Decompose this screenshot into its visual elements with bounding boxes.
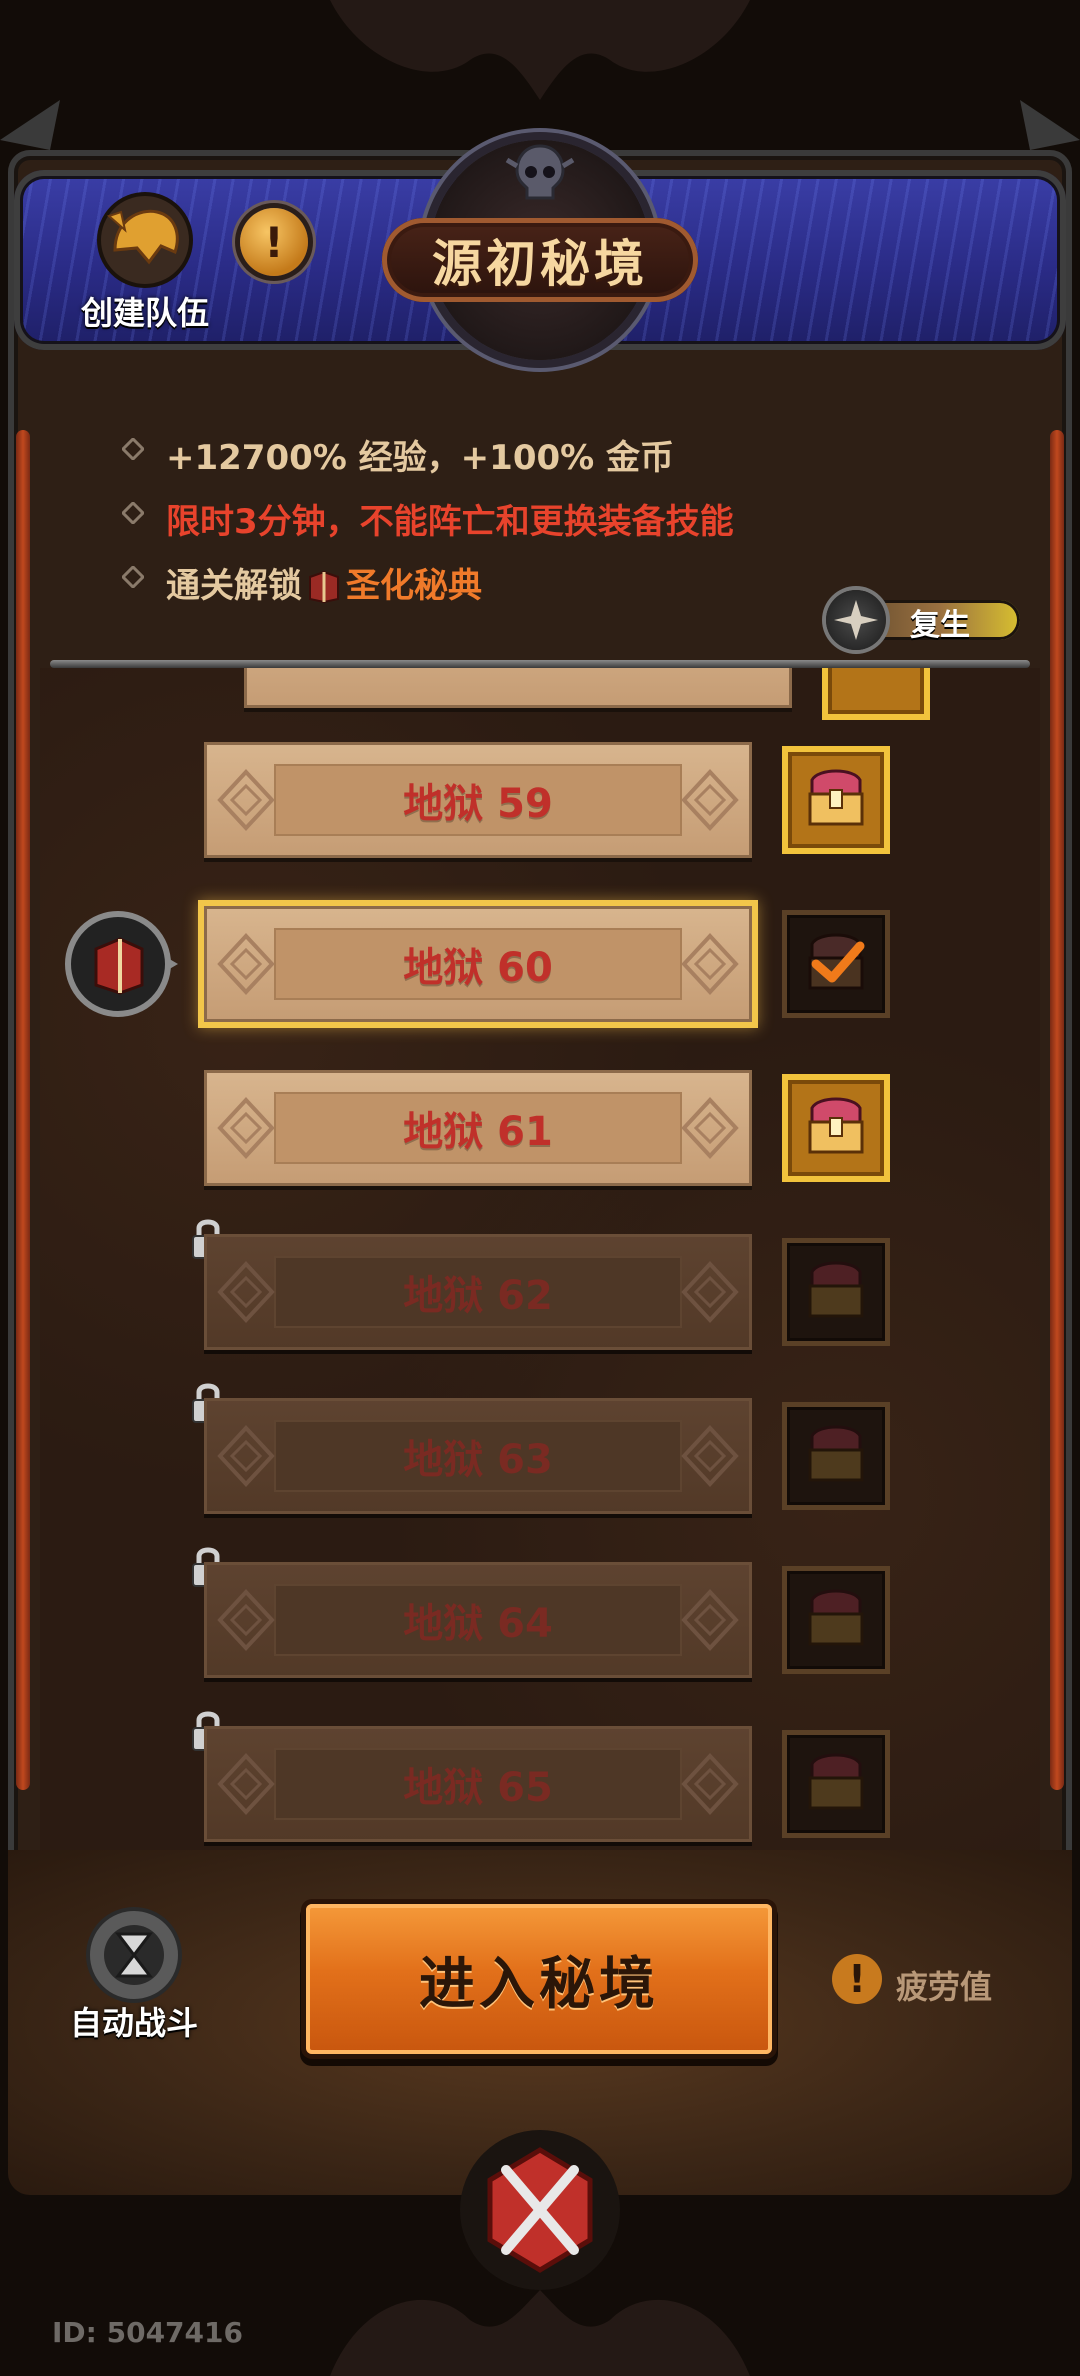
bullet-icon xyxy=(122,502,144,524)
reward-chest-61[interactable] xyxy=(782,1074,890,1182)
level-label: 地狱 64 xyxy=(403,1601,553,1647)
team-helmet-icon xyxy=(97,192,193,288)
revive-label: 复生 xyxy=(910,608,970,643)
level-label: 地狱 60 xyxy=(403,945,553,991)
bullet-icon xyxy=(122,566,144,588)
reward-chest-60[interactable] xyxy=(782,910,890,1018)
title-plate: 源初秘境 xyxy=(382,218,698,302)
reward-chest-59[interactable] xyxy=(782,746,890,854)
level-label: 地狱 62 xyxy=(403,1273,553,1319)
page-title: 源初秘境 xyxy=(432,235,648,293)
auto-battle-label: 自动战斗 xyxy=(69,2004,198,2042)
auto-battle-button[interactable]: 自动战斗 xyxy=(54,1900,214,2060)
reward-chest-65[interactable] xyxy=(782,1730,890,1838)
level-item-61[interactable]: 地狱 61 xyxy=(204,1070,752,1186)
reward-chest-62[interactable] xyxy=(782,1238,890,1346)
level-item-60[interactable]: 地狱 60 xyxy=(204,906,752,1022)
unlock-reward: 圣化秘典 xyxy=(346,566,482,606)
warning-icon: ! xyxy=(832,1954,882,2004)
chest-icon xyxy=(808,769,864,826)
left-rail xyxy=(16,430,30,1790)
enter-dungeon-button[interactable]: 进入秘境 xyxy=(306,1904,772,2054)
level-label: 地狱 61 xyxy=(403,1109,553,1155)
chest-icon xyxy=(808,1425,864,1482)
revive-button[interactable]: 复生 xyxy=(826,590,1022,650)
hourglass-gear-icon xyxy=(86,1907,182,2003)
reward-chest-63[interactable] xyxy=(782,1402,890,1510)
player-id: ID: 5047416 xyxy=(52,2316,243,2349)
reward-chest-64[interactable] xyxy=(782,1566,890,1674)
check-icon xyxy=(808,933,865,990)
current-level-marker xyxy=(65,911,178,1017)
level-item-59[interactable]: 地狱 59 xyxy=(204,742,752,858)
bullet-icon xyxy=(122,438,144,460)
level-item-64[interactable]: 地狱 64 xyxy=(204,1562,752,1678)
create-team-button[interactable]: 创建队伍 xyxy=(70,190,220,332)
chest-icon xyxy=(808,1589,864,1646)
revive-star-icon xyxy=(826,590,886,650)
skull-icon xyxy=(505,144,575,200)
level-item-63[interactable]: 地狱 63 xyxy=(204,1398,752,1514)
tome-icon xyxy=(309,570,339,603)
chest-partial[interactable] xyxy=(822,668,930,720)
chest-icon xyxy=(808,1261,864,1318)
level-item-65[interactable]: 地狱 65 xyxy=(204,1726,752,1842)
chest-icon xyxy=(808,1097,864,1154)
enter-dungeon-label: 进入秘境 xyxy=(419,1951,659,2017)
section-divider xyxy=(50,660,1030,668)
level-label: 地狱 63 xyxy=(403,1437,553,1483)
create-team-label: 创建队伍 xyxy=(80,294,209,332)
level-label: 地狱 59 xyxy=(403,781,553,827)
fatigue-label: 疲劳值 xyxy=(896,1968,993,2006)
info-icon[interactable]: ! xyxy=(240,208,308,276)
crossed-swords-icon[interactable] xyxy=(450,2110,630,2290)
level-item-partial[interactable] xyxy=(244,668,792,708)
chest-icon xyxy=(808,1753,864,1810)
unlock-prefix: 通关解锁 xyxy=(166,566,302,606)
level-item-62[interactable]: 地狱 62 xyxy=(204,1234,752,1350)
right-rail xyxy=(1050,430,1064,1790)
level-label: 地狱 65 xyxy=(403,1765,553,1811)
